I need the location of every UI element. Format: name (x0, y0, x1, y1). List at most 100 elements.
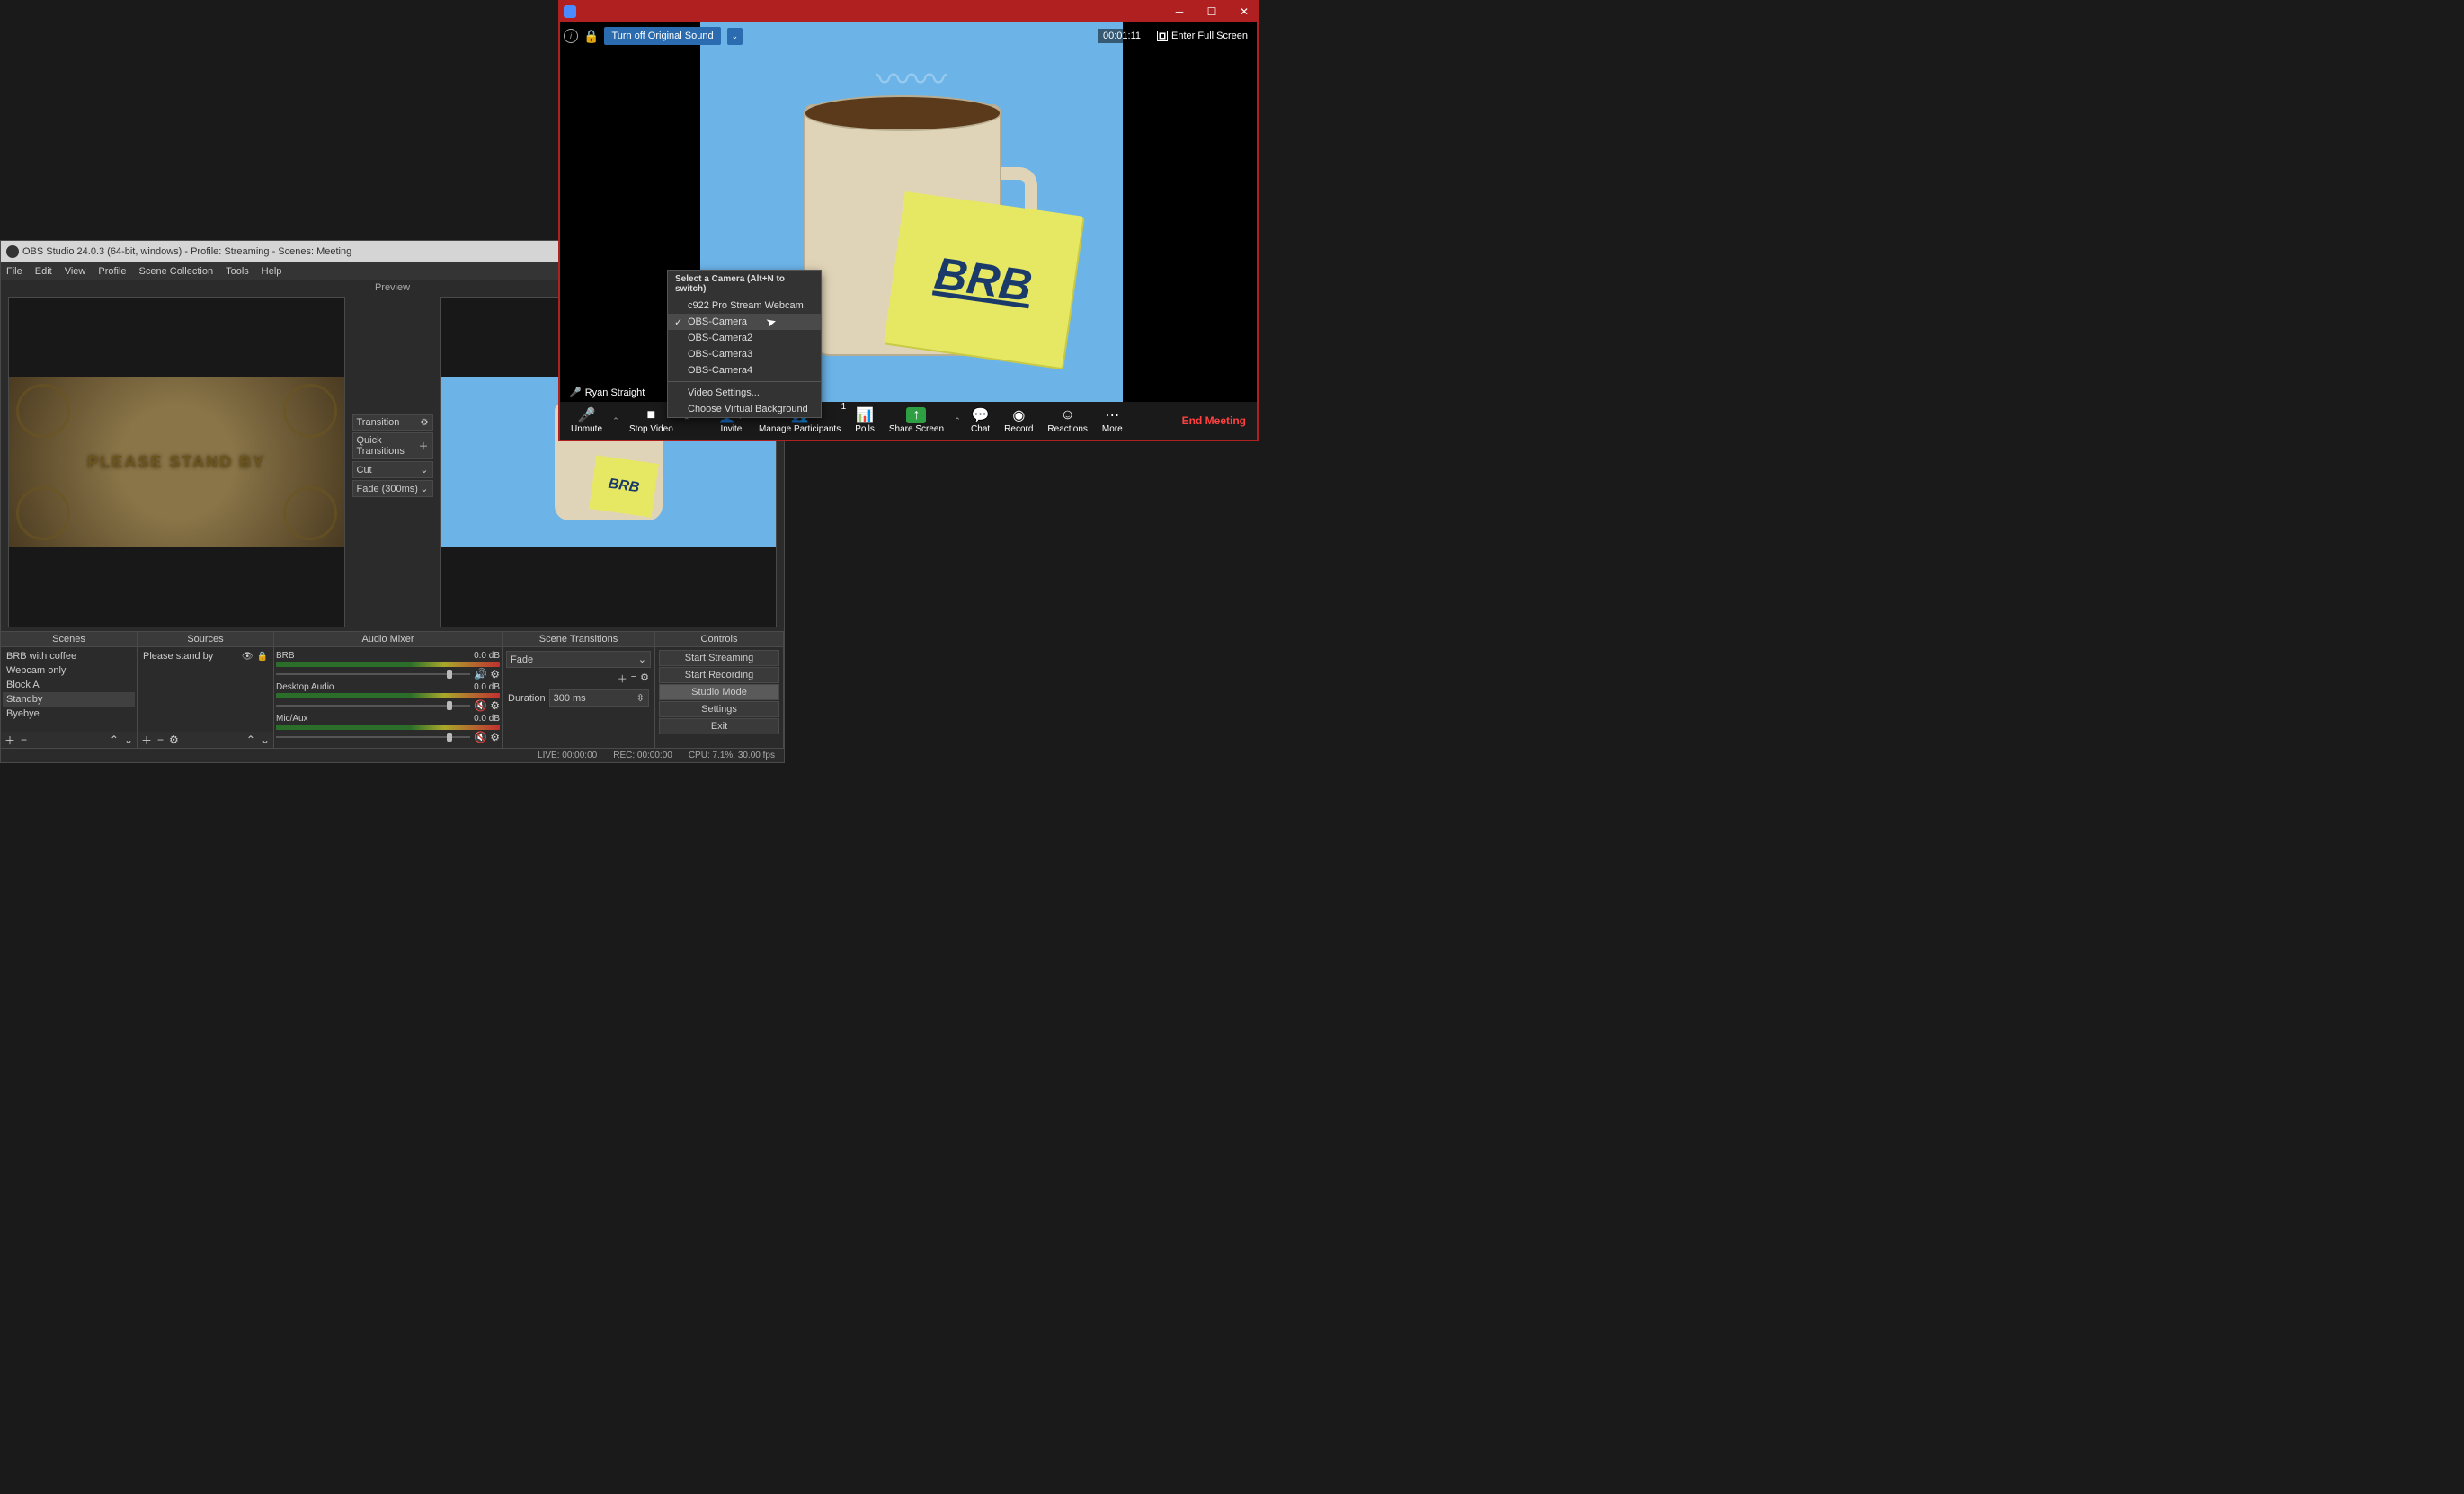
transition-button[interactable]: Transition⚙ (352, 414, 433, 431)
status-rec: REC: 00:00:00 (613, 751, 672, 760)
settings-button[interactable]: Settings (659, 701, 779, 717)
original-sound-button[interactable]: Turn off Original Sound (604, 27, 720, 45)
add-icon[interactable]: ＋ (618, 671, 627, 686)
menu-tools[interactable]: Tools (226, 266, 249, 277)
fullscreen-icon (1157, 31, 1168, 41)
mixer-row: Desktop Audio0.0 dB 🔇⚙ (276, 682, 500, 712)
fullscreen-button[interactable]: Enter Full Screen (1152, 29, 1253, 43)
menu-file[interactable]: File (6, 266, 22, 277)
scene-item[interactable]: Standby (3, 692, 135, 707)
maximize-button[interactable]: ☐ (1203, 5, 1221, 18)
gear-icon[interactable]: ⚙ (490, 668, 500, 680)
scene-item[interactable]: Block A (3, 678, 135, 692)
volume-slider[interactable] (276, 705, 470, 707)
share-screen-button[interactable]: ↑Share Screen (882, 402, 951, 440)
unmute-button[interactable]: 🎤Unmute (564, 402, 609, 440)
menu-view[interactable]: View (65, 266, 86, 277)
camera-option[interactable]: OBS-Camera3 (668, 346, 821, 362)
up-icon[interactable]: ⌃ (246, 734, 255, 746)
menu-edit[interactable]: Edit (35, 266, 52, 277)
scene-item[interactable]: BRB with coffee (3, 649, 135, 663)
record-button[interactable]: ◉Record (997, 402, 1040, 440)
close-button[interactable]: ✕ (1235, 5, 1253, 18)
menu-scene-collection[interactable]: Scene Collection (139, 266, 214, 277)
camera-select-popup: Select a Camera (Alt+N to switch) c922 P… (667, 270, 822, 418)
speaker-muted-icon[interactable]: 🔇 (474, 731, 486, 743)
virtual-background-option[interactable]: Choose Virtual Background (668, 401, 821, 417)
eye-icon[interactable]: 👁 (242, 652, 254, 662)
audio-chevron-icon[interactable]: ⌃ (609, 402, 622, 440)
speaker-muted-icon[interactable]: 🔇 (474, 699, 486, 712)
scenes-panel: Scenes BRB with coffee Webcam only Block… (1, 632, 138, 748)
quick-transitions-button[interactable]: Quick Transitions＋ (352, 432, 433, 459)
up-icon[interactable]: ⌃ (110, 734, 119, 746)
source-item[interactable]: Please stand by 👁🔒 (139, 649, 271, 663)
start-streaming-button[interactable]: Start Streaming (659, 650, 779, 666)
preview-box[interactable]: PLEASE STAND BY (8, 297, 345, 627)
brb-note: BRB (884, 191, 1083, 367)
participant-name-tag: 🎤 Ryan Straight (564, 385, 650, 400)
mixer-meter (276, 662, 500, 667)
gear-icon[interactable]: ⚙ (421, 418, 429, 428)
polls-button[interactable]: 📊Polls (848, 402, 882, 440)
volume-slider[interactable] (276, 673, 470, 675)
plus-icon[interactable]: ＋ (419, 439, 429, 453)
camera-option[interactable]: OBS-Camera4 (668, 362, 821, 378)
sound-chevron-icon[interactable]: ⌄ (727, 28, 743, 45)
gear-icon[interactable]: ⚙ (490, 731, 500, 743)
zoom-titlebar[interactable]: ─ ☐ ✕ (560, 2, 1257, 22)
down-icon[interactable]: ⌄ (261, 734, 270, 746)
status-cpu: CPU: 7.1%, 30.00 fps (689, 751, 775, 760)
studio-mode-button[interactable]: Studio Mode (659, 684, 779, 700)
end-meeting-button[interactable]: End Meeting (1175, 414, 1253, 427)
camera-option[interactable]: OBS-Camera (668, 314, 821, 330)
duration-input[interactable]: 300 ms⇳ (549, 689, 649, 707)
start-recording-button[interactable]: Start Recording (659, 667, 779, 683)
remove-icon[interactable]: − (157, 734, 164, 746)
mixer-row: BRB0.0 dB 🔊⚙ (276, 651, 500, 680)
camera-option[interactable]: c922 Pro Stream Webcam (668, 298, 821, 314)
share-chevron-icon[interactable]: ⌃ (951, 402, 964, 440)
fade-button[interactable]: Fade (300ms)⌄ (352, 480, 433, 497)
encryption-lock-icon[interactable]: 🔒 (583, 29, 599, 44)
exit-button[interactable]: Exit (659, 718, 779, 734)
controls-title: Controls (655, 632, 783, 647)
scene-item[interactable]: Webcam only (3, 663, 135, 678)
gear-icon[interactable]: ⚙ (169, 734, 179, 746)
zoom-topbar: i 🔒 Turn off Original Sound ⌄ 00:01:11 E… (564, 24, 1253, 48)
mixer-row: Mic/Aux0.0 dB 🔇⚙ (276, 714, 500, 743)
video-settings-option[interactable]: Video Settings... (668, 385, 821, 401)
scenes-title: Scenes (1, 632, 137, 647)
reactions-button[interactable]: ☺Reactions (1040, 402, 1094, 440)
lock-icon[interactable]: 🔒 (257, 652, 268, 662)
camera-popup-title: Select a Camera (Alt+N to switch) (668, 271, 821, 298)
menu-profile[interactable]: Profile (98, 266, 126, 277)
cut-button[interactable]: Cut⌄ (352, 461, 433, 478)
speaker-icon[interactable]: 🔊 (474, 668, 486, 680)
more-button[interactable]: ⋯More (1095, 402, 1130, 440)
gear-icon[interactable]: ⚙ (490, 699, 500, 712)
scene-item[interactable]: Byebye (3, 707, 135, 721)
volume-slider[interactable] (276, 736, 470, 738)
chevron-down-icon[interactable]: ⌄ (420, 483, 428, 494)
mixer-meter (276, 725, 500, 730)
gear-icon[interactable]: ⚙ (640, 671, 649, 686)
mic-muted-icon: 🎤 (569, 387, 582, 398)
chevron-down-icon[interactable]: ⌄ (420, 464, 428, 476)
transition-type-select[interactable]: Fade⌄ (506, 651, 651, 668)
info-icon[interactable]: i (564, 29, 578, 43)
minimize-button[interactable]: ─ (1170, 5, 1188, 18)
add-icon[interactable]: ＋ (4, 733, 15, 748)
chat-button[interactable]: 💬Chat (964, 402, 997, 440)
participants-count: 1 (841, 402, 847, 412)
camera-option[interactable]: OBS-Camera2 (668, 330, 821, 346)
add-icon[interactable]: ＋ (141, 733, 152, 748)
down-icon[interactable]: ⌄ (124, 734, 133, 746)
status-live: LIVE: 00:00:00 (538, 751, 597, 760)
controls-panel: Controls Start Streaming Start Recording… (655, 632, 784, 748)
meeting-timer: 00:01:11 (1098, 29, 1146, 43)
menu-help[interactable]: Help (262, 266, 282, 277)
brb-mug-image: 〰〰 BRB (786, 50, 1037, 374)
remove-icon[interactable]: − (21, 734, 27, 746)
remove-icon[interactable]: − (631, 671, 636, 686)
